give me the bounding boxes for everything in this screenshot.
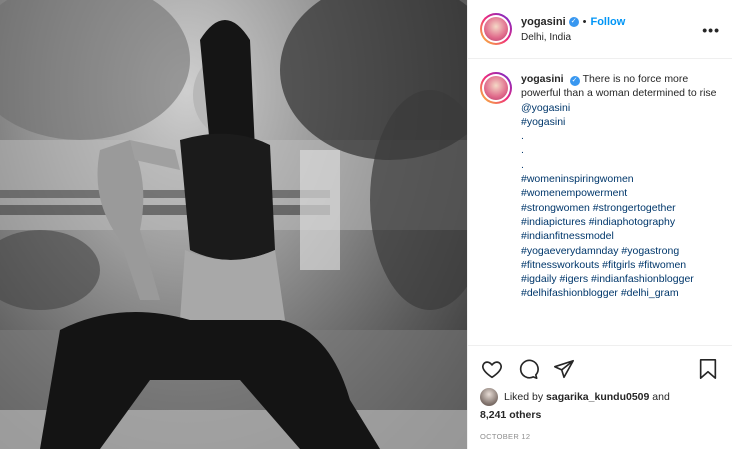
post-header: yogasini ✓ • Follow Delhi, India ••• (468, 0, 732, 59)
hashtag-link[interactable]: #indianfitnessmodel (521, 229, 720, 243)
hashtag-link[interactable]: #strongwomen #strongertogether (521, 201, 720, 215)
bookmark-icon[interactable] (696, 357, 720, 381)
hashtag-link[interactable]: #delhifashionblogger #delhi_gram (521, 286, 720, 300)
verified-icon: ✓ (569, 76, 580, 86)
caption-username[interactable]: yogasini (521, 73, 564, 85)
hashtag-link[interactable]: #womeninspiringwomen (521, 172, 720, 186)
share-icon[interactable] (552, 357, 576, 381)
mention-link[interactable]: @yogasini (521, 101, 720, 115)
likes-row: Liked by sagarika_kundu0509 and (480, 388, 720, 406)
hashtag-link[interactable]: #womenempowerment (521, 186, 720, 200)
likes-prefix: Liked by (504, 391, 544, 403)
hashtag-link[interactable]: #yogaeverydamnday #yogastrong (521, 244, 720, 258)
caption: yogasini ✓ There is no force more powerful… (480, 72, 720, 301)
action-bar (480, 354, 720, 384)
caption-avatar[interactable] (480, 72, 512, 104)
verified-icon: ✓ (568, 16, 579, 27)
heart-icon[interactable] (480, 357, 504, 381)
liker-username[interactable]: sagarika_kundu0509 (546, 391, 649, 403)
post-sidebar: yogasini ✓ • Follow Delhi, India ••• yog… (467, 0, 732, 449)
post-photo[interactable] (0, 0, 467, 449)
hashtag-link[interactable]: #indiapictures #indiaphotography (521, 215, 720, 229)
caption-dot: . (521, 130, 524, 143)
actions-section: Liked by sagarika_kundu0509 and 8,241 ot… (468, 345, 732, 441)
instagram-post: yogasini ✓ • Follow Delhi, India ••• yog… (0, 0, 732, 449)
comment-icon[interactable] (516, 357, 540, 381)
caption-dot: . (521, 158, 524, 171)
likes-count[interactable]: 8,241 others (480, 409, 720, 421)
yoga-pose-image (0, 0, 467, 449)
liker-avatar[interactable] (480, 388, 498, 406)
hashtag-link[interactable]: #fitnessworkouts #fitgirls #fitwomen (521, 258, 720, 272)
separator-dot: • (582, 15, 587, 28)
caption-body: yogasini ✓ There is no force more powerful… (521, 72, 720, 301)
username-link[interactable]: yogasini (521, 16, 566, 28)
hashtag-link[interactable]: #yogasini (521, 115, 720, 129)
comments-section: yogasini ✓ There is no force more powerful… (468, 60, 732, 344)
avatar[interactable] (480, 13, 512, 45)
likes-and: and (652, 391, 670, 403)
post-date[interactable]: OCTOBER 12 (480, 432, 720, 441)
hashtag-link[interactable]: #igdaily #igers #indianfashionblogger (521, 272, 720, 286)
location-link[interactable]: Delhi, India (521, 32, 625, 43)
more-icon[interactable]: ••• (702, 22, 720, 38)
follow-button[interactable]: Follow (590, 16, 625, 28)
caption-dot: . (521, 144, 524, 157)
header-text: yogasini ✓ • Follow Delhi, India (521, 16, 625, 43)
avatar-image (484, 17, 508, 41)
